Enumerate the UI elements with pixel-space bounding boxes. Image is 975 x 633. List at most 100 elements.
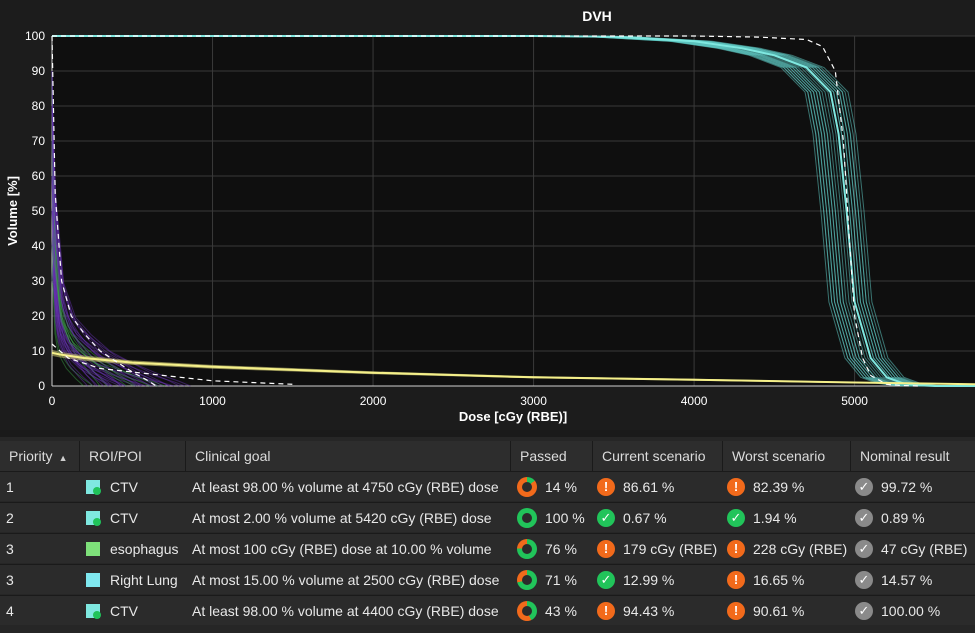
header-priority-label: Priority — [9, 448, 53, 464]
header-priority[interactable]: Priority ▲ — [0, 441, 80, 471]
cell-current-scenario: ✓ 12.99 % — [593, 565, 723, 595]
warning-icon: ! — [727, 602, 745, 620]
x-tick-label: 4000 — [681, 394, 708, 408]
esophagus-icon — [86, 534, 102, 564]
y-tick-label: 20 — [32, 309, 46, 323]
table-row[interactable]: 1 CTV At least 98.00 % volume at 4750 cGy … — [0, 471, 975, 501]
table-row[interactable]: 4 CTV At least 98.00 % volume at 4400 cGy … — [0, 595, 975, 625]
cell-nominal-result: ✓ 47 cGy (RBE) — [851, 534, 975, 564]
roi-name: CTV — [110, 479, 138, 495]
ctv-icon — [86, 596, 102, 626]
check-icon: ✓ — [597, 509, 615, 527]
cell-priority: 3 — [6, 541, 14, 557]
passed-donut-icon — [517, 601, 537, 621]
cell-worst-scenario: ✓ 1.94 % — [723, 503, 851, 533]
cell-passed: 76 % — [511, 534, 593, 564]
cell-nominal-result: ✓ 14.57 % — [851, 565, 975, 595]
y-tick-label: 60 — [32, 169, 46, 183]
nominal-check-icon: ✓ — [855, 540, 873, 558]
table-header: Priority ▲ ROI/POI Clinical goal Passed C… — [0, 441, 975, 471]
nominal-value: 14.57 % — [881, 572, 933, 588]
nominal-check-icon: ✓ — [855, 509, 873, 527]
warning-icon: ! — [727, 571, 745, 589]
check-icon: ✓ — [597, 571, 615, 589]
header-worst-label: Worst scenario — [732, 448, 826, 464]
x-axis-label: Dose [cGy (RBE)] — [459, 409, 567, 424]
cell-current-scenario: ✓ 0.67 % — [593, 503, 723, 533]
y-axis-label: Volume [%] — [5, 176, 20, 246]
x-tick-label: 3000 — [520, 394, 547, 408]
current-value: 86.61 % — [623, 479, 675, 495]
clinical-goals-table: Priority ▲ ROI/POI Clinical goal Passed C… — [0, 437, 975, 633]
cell-nominal-result: ✓ 0.89 % — [851, 503, 975, 533]
cell-priority: 2 — [6, 510, 14, 526]
cell-roi: CTV — [80, 503, 186, 533]
poi-dot — [93, 611, 101, 619]
ctv-square — [86, 511, 101, 526]
cell-worst-scenario: ! 82.39 % — [723, 472, 851, 502]
lung-square — [86, 573, 100, 587]
passed-donut-icon — [517, 508, 537, 528]
header-passed-label: Passed — [520, 448, 567, 464]
cell-clinical-goal: At least 98.00 % volume at 4400 cGy (RBE… — [192, 603, 499, 619]
warning-icon: ! — [597, 540, 615, 558]
cell-passed: 71 % — [511, 565, 593, 595]
esophagus-square — [86, 542, 100, 556]
cell-worst-scenario: ! 228 cGy (RBE) — [723, 534, 851, 564]
y-tick-label: 50 — [32, 204, 46, 218]
ctv-square — [86, 604, 101, 619]
cell-clinical-goal: At most 2.00 % volume at 5420 cGy (RBE) … — [192, 510, 492, 526]
x-tick-label: 1000 — [199, 394, 226, 408]
header-goal-label: Clinical goal — [195, 448, 271, 464]
x-tick-label: 5000 — [841, 394, 868, 408]
warning-icon: ! — [597, 602, 615, 620]
worst-value: 90.61 % — [753, 603, 805, 619]
warning-icon: ! — [727, 540, 745, 558]
y-tick-label: 100 — [25, 29, 45, 43]
header-current-scenario[interactable]: Current scenario — [593, 441, 723, 471]
nominal-check-icon: ✓ — [855, 478, 873, 496]
dvh-chart-panel: 0 1000 2000 3000 4000 5000 0 10 20 30 40 50 60 70 80 90… — [0, 0, 975, 430]
check-icon: ✓ — [727, 509, 745, 527]
y-tick-label: 10 — [32, 344, 46, 358]
header-clinical-goal[interactable]: Clinical goal — [186, 441, 511, 471]
cell-clinical-goal: At least 98.00 % volume at 4750 cGy (RBE… — [192, 479, 499, 495]
x-tick-label: 0 — [49, 394, 56, 408]
chart-title: DVH — [582, 8, 612, 24]
lung-icon — [86, 565, 102, 595]
nominal-value: 47 cGy (RBE) — [881, 541, 968, 557]
header-passed[interactable]: Passed — [511, 441, 593, 471]
worst-value: 16.65 % — [753, 572, 805, 588]
passed-value: 71 % — [545, 572, 577, 588]
header-nominal-result[interactable]: Nominal result — [851, 441, 975, 471]
cell-current-scenario: ! 179 cGy (RBE) — [593, 534, 723, 564]
current-value: 94.43 % — [623, 603, 675, 619]
cell-current-scenario: ! 86.61 % — [593, 472, 723, 502]
y-tick-label: 30 — [32, 274, 46, 288]
y-tick-label: 80 — [32, 99, 46, 113]
cell-priority: 3 — [6, 572, 14, 588]
passed-value: 43 % — [545, 603, 577, 619]
header-roi[interactable]: ROI/POI — [80, 441, 186, 471]
roi-name: CTV — [110, 510, 138, 526]
cell-roi: CTV — [80, 596, 186, 626]
cell-priority: 4 — [6, 603, 14, 619]
header-worst-scenario[interactable]: Worst scenario — [723, 441, 851, 471]
y-tick-label: 40 — [32, 239, 46, 253]
table-row[interactable]: 3 esophagus At most 100 cGy (RBE) dose at … — [0, 533, 975, 563]
table-row[interactable]: 2 CTV At most 2.00 % volume at 5420 cGy (R… — [0, 502, 975, 532]
header-current-label: Current scenario — [602, 448, 706, 464]
cell-passed: 14 % — [511, 472, 593, 502]
passed-value: 14 % — [545, 479, 577, 495]
cell-nominal-result: ✓ 99.72 % — [851, 472, 975, 502]
y-tick-label: 0 — [38, 379, 45, 393]
cell-nominal-result: ✓ 100.00 % — [851, 596, 975, 626]
current-value: 12.99 % — [623, 572, 675, 588]
poi-dot — [93, 487, 101, 495]
table-row[interactable]: 3 Right Lung At most 15.00 % volume at 250… — [0, 564, 975, 594]
cell-roi: esophagus — [80, 534, 186, 564]
cell-priority: 1 — [6, 479, 14, 495]
y-tick-label: 70 — [32, 134, 46, 148]
nominal-check-icon: ✓ — [855, 571, 873, 589]
header-roi-label: ROI/POI — [89, 448, 142, 464]
